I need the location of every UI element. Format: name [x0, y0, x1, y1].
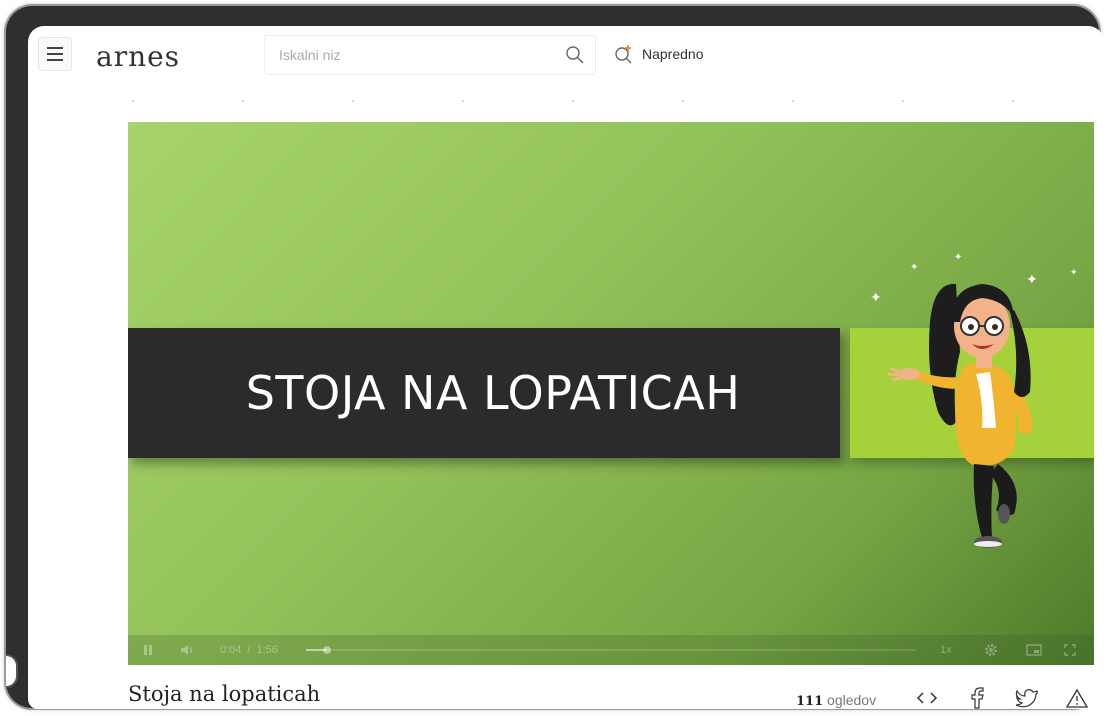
pause-icon	[144, 645, 152, 655]
header-divider	[78, 100, 1098, 102]
facebook-share-button[interactable]	[962, 684, 992, 709]
header: arnes Iskalni niz Napredno	[28, 26, 1104, 106]
player-controls: 0:04 / 1:56 1x	[128, 635, 1094, 665]
advanced-search-label: Napredno	[642, 46, 704, 62]
embed-icon	[916, 692, 938, 704]
view-count: 111 ogledov	[796, 692, 876, 709]
device-side-button	[6, 654, 18, 688]
views-label: ogledov	[827, 692, 877, 708]
settings-icon	[985, 644, 997, 656]
duration: 1:56	[256, 644, 278, 656]
report-button[interactable]	[1062, 684, 1092, 709]
search-box	[264, 35, 596, 75]
progress-knob[interactable]	[322, 646, 331, 654]
progress-bar[interactable]	[306, 646, 916, 654]
pip-icon	[1026, 644, 1042, 656]
pause-button[interactable]	[142, 635, 154, 665]
video-title: Stoja na lopaticah	[128, 682, 321, 706]
device-frame: arnes Iskalni niz Napredno STOJA NA LOPA…	[6, 6, 1104, 709]
report-icon	[1066, 688, 1088, 708]
advanced-search-button[interactable]: Napredno	[614, 40, 704, 68]
screen: arnes Iskalni niz Napredno STOJA NA LOPA…	[28, 26, 1104, 709]
menu-button[interactable]	[38, 37, 72, 71]
volume-icon	[181, 645, 193, 655]
views-number: 111	[796, 694, 824, 709]
logo[interactable]: arnes	[96, 40, 291, 76]
time-display: 0:04 / 1:56	[220, 635, 278, 665]
volume-button[interactable]	[180, 635, 196, 665]
slide-title: STOJA NA LOPATICAH	[245, 366, 741, 420]
search-input[interactable]	[279, 36, 549, 74]
fullscreen-icon	[1064, 644, 1076, 656]
time-separator: /	[247, 644, 251, 656]
current-time: 0:04	[220, 644, 242, 656]
twitter-icon	[1015, 689, 1038, 708]
speed-button[interactable]: 1x	[940, 635, 952, 665]
facebook-icon	[971, 687, 984, 709]
pip-button[interactable]	[1026, 635, 1042, 665]
twitter-share-button[interactable]	[1012, 684, 1042, 709]
advanced-search-icon	[615, 45, 632, 64]
embed-button[interactable]	[912, 684, 942, 709]
slide-title-band: STOJA NA LOPATICAH	[128, 328, 840, 458]
settings-button[interactable]	[984, 635, 998, 665]
fullscreen-button[interactable]	[1064, 635, 1076, 665]
avatar-illustration	[887, 283, 1033, 548]
speed-label: 1x	[940, 644, 952, 656]
video-player[interactable]: STOJA NA LOPATICAH ✦ ✦ ✦ ✦ ✦ 0:04 / 1:56…	[128, 122, 1094, 665]
menu-icon	[47, 47, 63, 49]
logo-text: arnes	[96, 40, 181, 73]
search-icon[interactable]	[565, 45, 585, 65]
